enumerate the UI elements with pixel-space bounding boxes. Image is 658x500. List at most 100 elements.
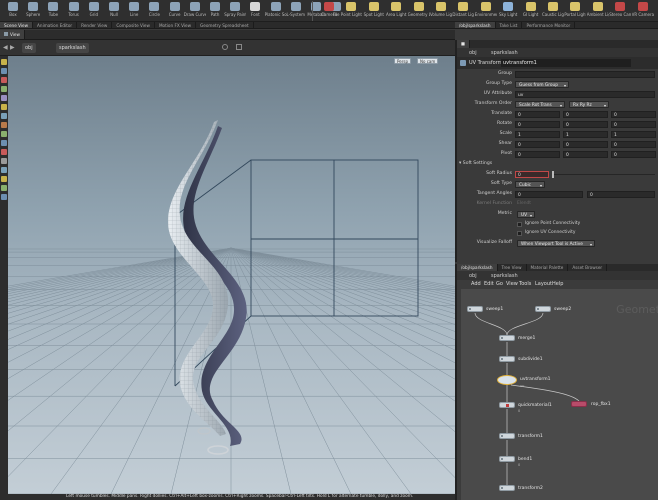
rotate-field-z[interactable]: 0 — [611, 121, 656, 128]
param-path-root[interactable]: obj — [469, 50, 477, 56]
visualize-falloff-menu[interactable]: When Viewport Tool is Active — [517, 240, 595, 248]
pivot-field-x[interactable]: 0 — [515, 151, 560, 158]
soft-radius-slider-handle[interactable] — [552, 171, 554, 178]
group-field[interactable] — [515, 71, 655, 78]
node-sweep1[interactable] — [467, 306, 483, 312]
shelf-tool-caustic-light[interactable]: Caustic Light — [542, 0, 564, 22]
shear-field-z[interactable]: 0 — [611, 141, 656, 148]
scale-tool-icon[interactable] — [1, 86, 7, 92]
shelf-tool-vr-camera[interactable]: VR Camera — [632, 0, 654, 22]
group-type-menu[interactable]: Guess from Group — [515, 81, 569, 89]
pivot-tool-icon[interactable] — [1, 140, 7, 146]
render-tool-icon[interactable] — [1, 149, 7, 155]
camera-tool-icon[interactable] — [1, 167, 7, 173]
network-menu-item[interactable]: Go — [496, 281, 503, 287]
display-tool-icon[interactable] — [1, 194, 7, 200]
shelf-tool-circle[interactable]: Circle — [143, 0, 165, 22]
shelf-tool-path[interactable]: Path — [204, 0, 226, 22]
rotate-order-menu[interactable]: Rx Ry Rz — [569, 101, 609, 109]
translate-field-x[interactable]: 0 — [515, 111, 560, 118]
shelf-tool-platonic-solids[interactable]: Platonic Solids — [265, 0, 287, 22]
network-menu-item[interactable]: Layout — [535, 281, 552, 287]
pivot-field-z[interactable]: 0 — [611, 151, 656, 158]
shelf-tool-geometry-light[interactable]: Geometry Light — [408, 0, 430, 22]
shelf-tool-box[interactable]: Box — [2, 0, 24, 22]
shelf-tool-distant-light[interactable]: Distant Light — [452, 0, 474, 22]
node-sweep2[interactable] — [535, 306, 551, 312]
desktop-tab-right-0[interactable]: /obj/sparkslash — [455, 22, 496, 28]
snap-tool-icon[interactable] — [1, 131, 7, 137]
back-arrow-icon[interactable]: ◀ — [3, 44, 8, 51]
net-path-root[interactable]: obj — [469, 273, 477, 279]
node-bend1[interactable] — [499, 456, 515, 462]
grid-tool-icon[interactable] — [1, 158, 7, 164]
shelf-tool-torus[interactable]: Torus — [63, 0, 85, 22]
translate-field-y[interactable]: 0 — [563, 111, 608, 118]
rotate-tool-icon[interactable] — [1, 77, 7, 83]
viewport-tab-label[interactable]: View — [10, 32, 20, 37]
light-tool-icon[interactable] — [1, 176, 7, 182]
uv-attribute-field[interactable]: uv — [515, 91, 655, 98]
desktop-tab-5[interactable]: Geometry Spreadsheet — [196, 22, 254, 28]
metric-menu[interactable]: UV — [517, 211, 535, 219]
shelf-tool-sphere[interactable]: Sphere — [22, 0, 44, 22]
transform-order-menu[interactable]: Scale Rot Trans — [515, 101, 565, 109]
pivot-field-y[interactable]: 0 — [563, 151, 608, 158]
shelf-tool-gi-light[interactable]: GI Light — [520, 0, 542, 22]
rotate-field-y[interactable]: 0 — [563, 121, 608, 128]
desktop-tab-2[interactable]: Render View — [77, 22, 113, 28]
node-merge1[interactable] — [499, 335, 515, 341]
network-tab-3[interactable]: Asset Browser — [568, 264, 608, 271]
pin-icon[interactable] — [222, 44, 228, 50]
move-tool-icon[interactable] — [1, 68, 7, 74]
node-uvtransform1[interactable] — [497, 375, 517, 385]
measure-tool-icon[interactable] — [1, 185, 7, 191]
shelf-tool-stereo-camera[interactable]: Stereo Camera — [609, 0, 631, 22]
shelf-tool-spot-light[interactable]: Spot Light — [363, 0, 385, 22]
shelf-tool-volume-light[interactable]: Volume Light — [430, 0, 452, 22]
desktop-tab-0[interactable]: Scene View — [0, 22, 34, 28]
shelf-tool-area-light[interactable]: Area Light — [385, 0, 407, 22]
shelf-tool-tube[interactable]: Tube — [42, 0, 64, 22]
shelf-tool-camera[interactable]: Camera — [318, 0, 340, 22]
shelf-tool-null[interactable]: Null — [103, 0, 125, 22]
node-transform1[interactable] — [499, 433, 515, 439]
link-icon[interactable] — [236, 44, 242, 50]
network-menu-item[interactable]: View — [506, 281, 518, 287]
shelf-tool-ambient-light[interactable]: Ambient Light — [587, 0, 609, 22]
view-tool-icon[interactable] — [1, 113, 7, 119]
scale-field-y[interactable]: 1 — [563, 131, 608, 138]
node-rop-fbx1[interactable] — [571, 401, 587, 407]
node-subdivide1[interactable] — [499, 356, 515, 362]
network-menu-item[interactable]: Edit — [484, 281, 494, 287]
node-quickmaterial1[interactable] — [499, 402, 515, 408]
desktop-tab-right-2[interactable]: Performance Monitor — [522, 22, 576, 28]
shelf-tool-grid[interactable]: Grid — [83, 0, 105, 22]
shelf-tool-draw-curve[interactable]: Draw Curve — [184, 0, 206, 22]
brush-tool-icon[interactable] — [1, 122, 7, 128]
network-menu-item[interactable]: Tools — [519, 281, 531, 287]
shelf-tool-spray-paint[interactable]: Spray Paint — [224, 0, 246, 22]
soft-settings-heading[interactable]: ▾ Soft Settings — [459, 161, 492, 166]
soft-radius-field[interactable]: 0 — [515, 171, 549, 178]
shelf-tool-font[interactable]: Font — [244, 0, 266, 22]
ignore-uv-checkbox[interactable] — [517, 231, 522, 236]
handle-tool-icon[interactable] — [1, 95, 7, 101]
forward-arrow-icon[interactable]: ▶ — [10, 44, 15, 51]
shelf-tool-environment-light[interactable]: Environment Light — [475, 0, 497, 22]
rotate-field-x[interactable]: 0 — [515, 121, 560, 128]
scale-field-z[interactable]: 1 — [611, 131, 656, 138]
camera-menu[interactable]: No cam — [417, 58, 439, 64]
pose-tool-icon[interactable] — [1, 104, 7, 110]
node-transform2[interactable] — [499, 485, 515, 491]
scale-field-x[interactable]: 1 — [515, 131, 560, 138]
tangent-angles-field-1[interactable]: 0 — [515, 191, 583, 198]
ignore-point-checkbox[interactable] — [517, 222, 522, 227]
perspective-menu[interactable]: Persp — [394, 58, 411, 64]
desktop-tab-3[interactable]: Composite View — [112, 22, 155, 28]
network-tab-0[interactable]: /obj/sparkslash — [457, 264, 498, 271]
shear-field-x[interactable]: 0 — [515, 141, 560, 148]
network-menu-item[interactable]: Help — [552, 281, 563, 287]
shelf-tool-sky-light[interactable]: Sky Light — [497, 0, 519, 22]
shelf-tool-line[interactable]: Line — [123, 0, 145, 22]
